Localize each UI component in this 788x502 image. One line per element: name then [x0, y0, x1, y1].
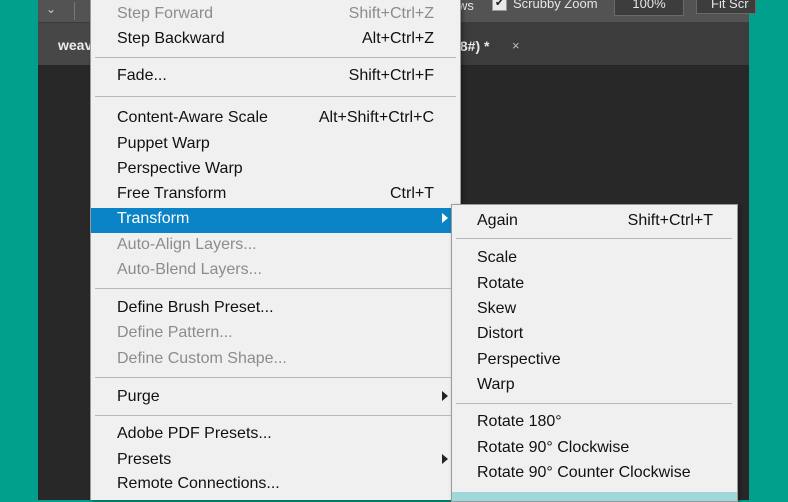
submenu-item-label: Rotate 90° Counter Clockwise	[477, 464, 691, 481]
submenu-item-scale[interactable]: Scale	[452, 247, 737, 271]
menu-separator	[95, 57, 456, 58]
menu-item-free-transform[interactable]: Free Transform Ctrl+T	[91, 183, 460, 207]
menu-item-perspective-warp[interactable]: Perspective Warp	[91, 158, 460, 182]
submenu-item-warp[interactable]: Warp	[452, 374, 737, 398]
scrubby-zoom-checkbox[interactable]: ✔	[492, 0, 507, 11]
submenu-item-shortcut: Shift+Ctrl+T	[627, 212, 713, 229]
menu-item-puppet-warp[interactable]: Puppet Warp	[91, 133, 460, 157]
menu-item-auto-align-layers[interactable]: Auto-Align Layers...	[91, 234, 460, 258]
menu-item-label: Step Backward	[117, 30, 225, 47]
menu-item-label: Auto-Blend Layers...	[117, 261, 262, 278]
menu-item-transform[interactable]: Transform	[91, 208, 460, 233]
menu-item-shortcut: Shift+Ctrl+F	[348, 67, 434, 84]
menu-separator	[95, 415, 456, 416]
close-icon[interactable]: ×	[512, 38, 520, 53]
submenu-item-again[interactable]: Again Shift+Ctrl+T	[452, 210, 737, 234]
menu-item-label: Define Custom Shape...	[117, 350, 287, 367]
submenu-item-label: Scale	[477, 249, 518, 266]
menu-item-label: Free Transform	[117, 185, 227, 202]
scrubby-zoom-label: Scrubby Zoom	[513, 0, 598, 11]
submenu-item-rotate-90-cw[interactable]: Rotate 90° Clockwise	[452, 437, 737, 461]
menu-item-shortcut: Shift+Ctrl+Z	[348, 5, 434, 22]
submenu-separator	[456, 403, 732, 404]
menu-item-adobe-pdf-presets[interactable]: Adobe PDF Presets...	[91, 423, 460, 447]
submenu-item-label: Perspective	[477, 351, 561, 368]
submenu-item-perspective[interactable]: Perspective	[452, 349, 737, 373]
menu-item-label: Define Pattern...	[117, 324, 233, 341]
submenu-item-skew[interactable]: Skew	[452, 298, 737, 322]
menu-item-define-brush-preset[interactable]: Define Brush Preset...	[91, 297, 460, 321]
menu-item-label: Define Brush Preset...	[117, 299, 274, 316]
menu-separator	[95, 288, 456, 289]
menu-item-label: Auto-Align Layers...	[117, 236, 257, 253]
menu-item-label: Remote Connections...	[117, 475, 280, 492]
submenu-arrow-icon	[442, 454, 448, 464]
submenu-item-distort[interactable]: Distort	[452, 323, 737, 347]
submenu-item-label: Again	[477, 212, 518, 229]
menu-item-shortcut: Alt+Ctrl+Z	[361, 30, 434, 47]
submenu-item-rotate[interactable]: Rotate	[452, 273, 737, 297]
menu-item-label: Adobe PDF Presets...	[117, 425, 272, 442]
menu-item-label: Fade...	[117, 67, 167, 84]
chevron-down-icon[interactable]: ⌄	[46, 2, 56, 16]
menu-item-label: Perspective Warp	[117, 160, 243, 177]
submenu-arrow-icon	[442, 391, 448, 401]
submenu-item-label: Distort	[477, 325, 524, 342]
submenu-item-label: Rotate 180°	[477, 413, 562, 430]
menu-item-label: Presets	[117, 451, 172, 468]
menu-item-label: Purge	[117, 388, 160, 405]
submenu-item-label: Skew	[477, 300, 517, 317]
menu-separator	[95, 377, 456, 378]
submenu-separator	[456, 238, 732, 239]
menu-item-define-custom-shape[interactable]: Define Custom Shape...	[91, 348, 460, 372]
menu-item-auto-blend-layers[interactable]: Auto-Blend Layers...	[91, 259, 460, 283]
fit-screen-button[interactable]: Fit Scr	[696, 0, 756, 14]
submenu-item-rotate-90-ccw[interactable]: Rotate 90° Counter Clockwise	[452, 462, 737, 486]
menu-item-label: Puppet Warp	[117, 135, 210, 152]
menu-item-label: Content-Aware Scale	[117, 109, 268, 126]
menu-item-remote-connections[interactable]: Remote Connections...	[91, 473, 460, 497]
edit-menu: Step Forward Shift+Ctrl+Z Step Backward …	[90, 0, 461, 500]
submenu-arrow-icon	[442, 213, 448, 223]
menu-item-label: Step Forward	[117, 5, 214, 22]
document-tab-suffix: /8#) *	[456, 38, 490, 54]
document-tab-label: weav	[58, 37, 93, 53]
options-divider	[74, 2, 75, 20]
menu-item-content-aware-scale[interactable]: Content-Aware Scale Alt+Shift+Ctrl+C	[91, 107, 460, 131]
submenu-item-label: Warp	[477, 376, 515, 393]
submenu-item-rotate-180[interactable]: Rotate 180°	[452, 411, 737, 435]
submenu-item-label: Rotate 90° Clockwise	[477, 439, 630, 456]
menu-item-step-backward[interactable]: Step Backward Alt+Ctrl+Z	[91, 28, 460, 52]
menu-item-shortcut: Alt+Shift+Ctrl+C	[318, 109, 434, 126]
transform-submenu: Again Shift+Ctrl+T Scale Rotate Skew Dis…	[451, 204, 738, 502]
menu-item-label: Transform	[117, 210, 190, 227]
menu-separator	[95, 96, 456, 97]
menu-item-fade[interactable]: Fade... Shift+Ctrl+F	[91, 65, 460, 89]
submenu-item-label: Rotate	[477, 275, 525, 292]
menu-item-purge[interactable]: Purge	[91, 386, 460, 410]
menu-item-shortcut: Ctrl+T	[390, 185, 434, 202]
menu-item-step-forward[interactable]: Step Forward Shift+Ctrl+Z	[91, 3, 460, 27]
menu-item-presets[interactable]: Presets	[91, 449, 460, 473]
menu-item-define-pattern[interactable]: Define Pattern...	[91, 322, 460, 346]
zoom-percent-button[interactable]: 100%	[614, 0, 684, 16]
